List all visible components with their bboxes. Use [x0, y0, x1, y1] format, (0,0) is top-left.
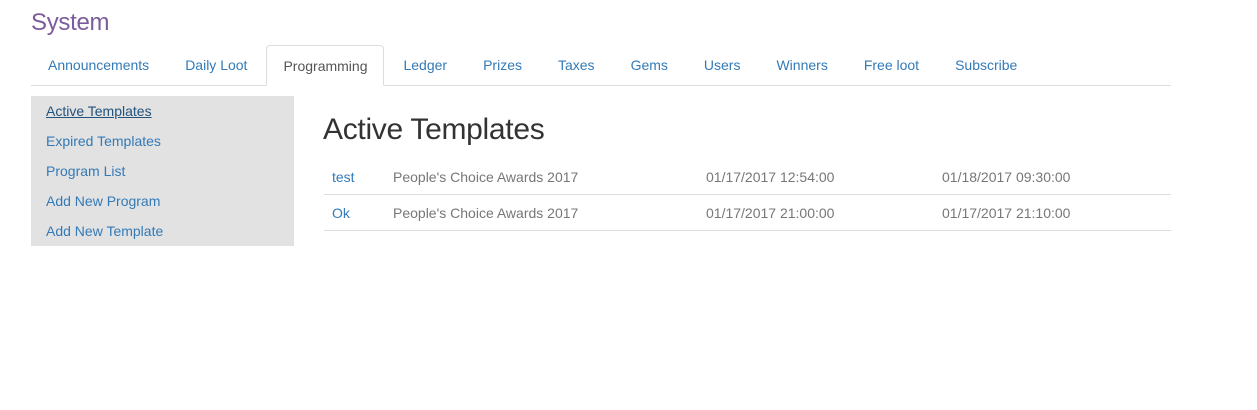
templates-table: test People's Choice Awards 2017 01/17/2… — [324, 159, 1171, 231]
template-event-cell: People's Choice Awards 2017 — [385, 194, 698, 231]
sidebar-item-expired-templates[interactable]: Expired Templates — [31, 131, 294, 161]
sidebar-item-add-new-template[interactable]: Add New Template — [31, 221, 294, 251]
tab-subscribe[interactable]: Subscribe — [938, 45, 1034, 85]
sidebar-item-active-templates[interactable]: Active Templates — [31, 101, 294, 131]
main-tabs: Announcements Daily Loot Programming Led… — [31, 45, 1171, 86]
tab-free-loot[interactable]: Free loot — [847, 45, 936, 85]
template-end-cell: 01/18/2017 09:30:00 — [934, 159, 1171, 195]
sidebar-item-program-list[interactable]: Program List — [31, 161, 294, 191]
template-name-cell: Ok — [324, 194, 385, 231]
table-row: test People's Choice Awards 2017 01/17/2… — [324, 159, 1171, 195]
tab-taxes[interactable]: Taxes — [541, 45, 612, 85]
tab-daily-loot[interactable]: Daily Loot — [168, 45, 264, 85]
template-event-cell: People's Choice Awards 2017 — [385, 159, 698, 195]
template-name-link[interactable]: test — [332, 169, 355, 185]
tab-ledger[interactable]: Ledger — [386, 45, 464, 85]
sidebar-item-add-new-program[interactable]: Add New Program — [31, 191, 294, 221]
table-row: Ok People's Choice Awards 2017 01/17/201… — [324, 194, 1171, 231]
tab-winners[interactable]: Winners — [759, 45, 844, 85]
tab-programming[interactable]: Programming — [266, 45, 385, 86]
page-title: System — [31, 9, 110, 36]
template-name-cell: test — [324, 159, 385, 195]
sidebar: Active Templates Expired Templates Progr… — [31, 96, 294, 246]
template-start-cell: 01/17/2017 12:54:00 — [698, 159, 934, 195]
tab-users[interactable]: Users — [687, 45, 758, 85]
section-title: Active Templates — [323, 113, 545, 146]
template-start-cell: 01/17/2017 21:00:00 — [698, 194, 934, 231]
template-end-cell: 01/17/2017 21:10:00 — [934, 194, 1171, 231]
tab-gems[interactable]: Gems — [614, 45, 685, 85]
tab-prizes[interactable]: Prizes — [466, 45, 539, 85]
tab-announcements[interactable]: Announcements — [31, 45, 166, 85]
template-name-link[interactable]: Ok — [332, 205, 350, 221]
